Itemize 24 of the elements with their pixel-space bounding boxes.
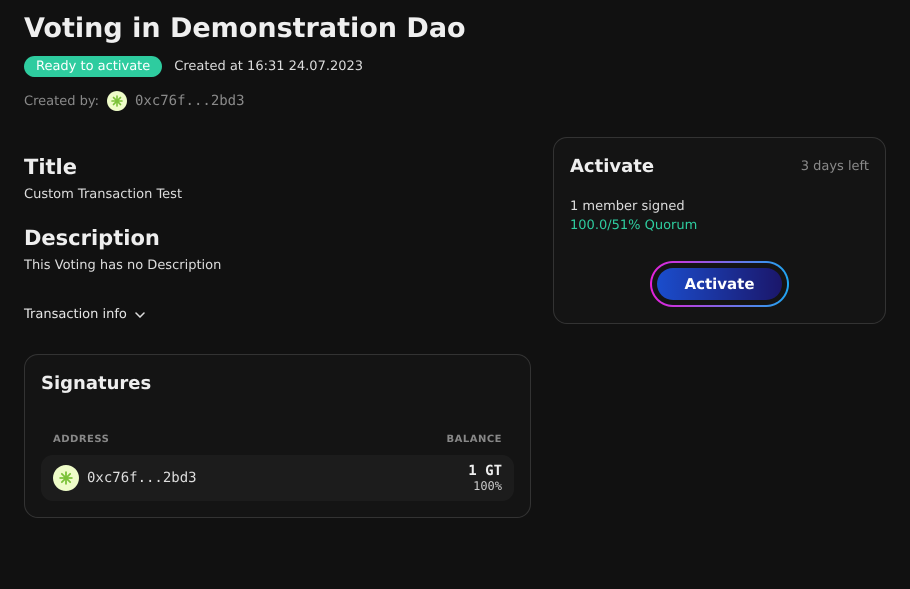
balance-share: 100% [473,479,502,493]
avatar-icon [106,91,127,111]
creator-address[interactable]: 0xc76f...2bd3 [134,93,245,109]
title-heading: Title [24,155,78,179]
signatures-heading: Signatures [41,373,152,394]
activate-button[interactable]: Activate [650,261,789,307]
page-title: Voting in Demonstration Dao [24,12,467,46]
description-heading: Description [24,226,161,250]
signer-address: 0xc76f...2bd3 [87,470,197,486]
avatar-icon [53,465,79,491]
column-header: ADDRESS [53,434,110,445]
created-at-text: Created at 16:31 24.07.2023 [174,59,364,74]
column-header: BALANCE [446,434,502,445]
balance-amount: 1 GT [468,463,502,479]
chevron-icon [134,312,145,318]
activate-heading: Activate [570,156,654,177]
title-text: Custom Transaction Test [24,187,184,202]
quorum-text: 100.0/51% Quorum [570,218,698,233]
status-badge: Ready to activate [24,56,162,77]
signed-count: 1 member signed [570,199,686,214]
created-by-label: Created by: [24,94,99,108]
description-text: This Voting has no Description [24,258,222,273]
time-left: 3 days left [800,159,869,174]
transaction-info-toggle[interactable]: Transaction info [24,307,145,322]
